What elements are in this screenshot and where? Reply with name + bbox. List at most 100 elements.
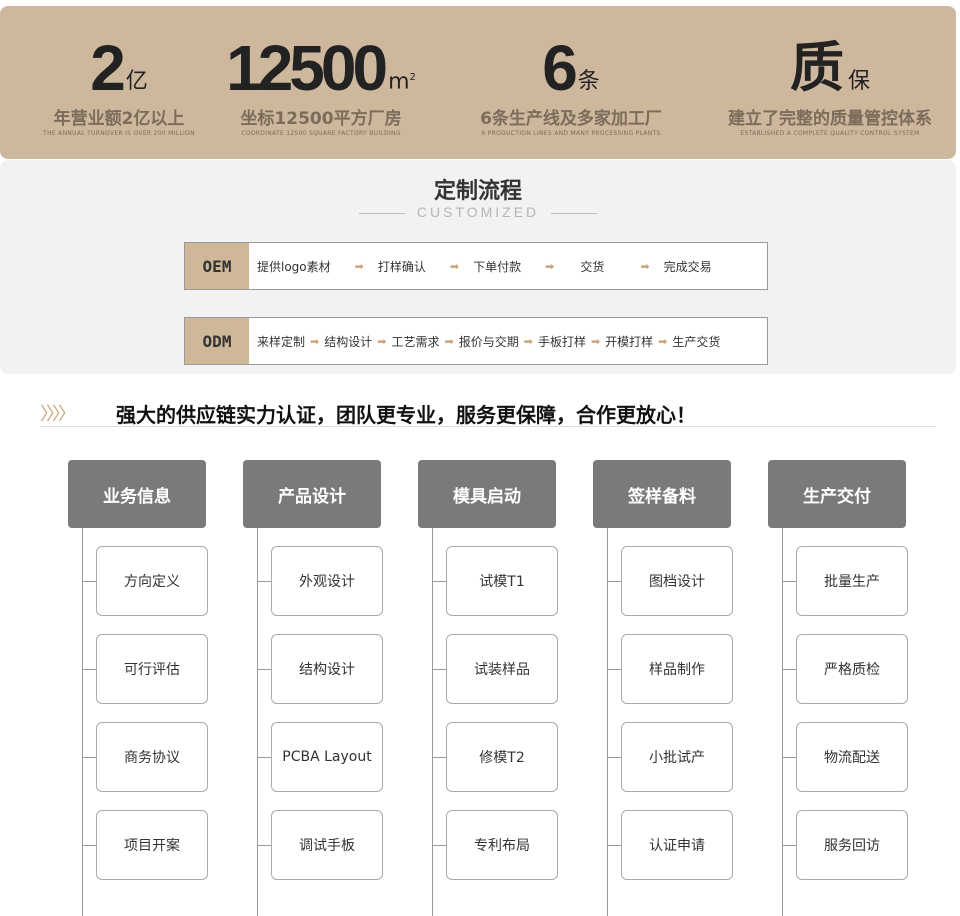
flow-step: 报价与交期 [458, 334, 519, 349]
flow-step: 下单付款 [473, 259, 522, 274]
arrow-right-icon: ➡ [523, 334, 533, 348]
stat-caption-en: ESTABLISHED A COMPLETE QUALITY CONTROL S… [740, 130, 920, 137]
column-item: 图档设计 [621, 546, 733, 616]
stat-caption-en: 6 PRODUCTION LINES AND MANY PROCESSING P… [481, 130, 661, 137]
flow-step: 生产交货 [672, 334, 721, 349]
flow-step: 结构设计 [324, 334, 373, 349]
arrow-right-icon: ➡ [377, 334, 387, 348]
custom-process-section: 定制流程 CUSTOMIZED OEM 提供logo素材 ➡ 打样确认 ➡ 下单… [0, 160, 956, 374]
odm-flow: ODM 来样定制 ➡ 结构设计 ➡ 工艺需求 ➡ 报价与交期 ➡ 手板打样 ➡ … [184, 317, 768, 365]
arrow-right-icon: ➡ [444, 334, 454, 348]
process-title: 定制流程 [433, 179, 522, 204]
stat-number: 12500 [226, 32, 388, 104]
connector-line [82, 528, 83, 916]
odm-tag: ODM [185, 318, 249, 364]
stat-production-lines: 6条 6条生产线及多家加工厂 6 PRODUCTION LINES AND MA… [452, 6, 690, 159]
flow-step: 提供logo素材 [257, 259, 331, 274]
column-item: PCBA Layout [271, 722, 383, 792]
connector-line [782, 581, 796, 582]
column-item: 批量生产 [796, 546, 908, 616]
arrow-right-icon: ➡ [354, 259, 364, 273]
stat-caption: 年营业额2亿以上 [53, 109, 185, 129]
column-title: 签样备料 [593, 460, 731, 528]
stat-caption: 建立了完整的质量管控体系 [728, 109, 932, 129]
stat-factory-area: 12500 m2 坐标12500平方厂房 COORDINATE 12500 SQU… [206, 6, 436, 159]
connector-line [257, 528, 258, 916]
connector-line [257, 581, 271, 582]
column-item: 专利布局 [446, 810, 558, 880]
arrow-right-icon: ➡ [640, 259, 650, 273]
connector-line [432, 757, 446, 758]
arrow-right-icon: ➡ [545, 259, 555, 273]
column-title: 业务信息 [68, 460, 206, 528]
flow-step: 打样确认 [377, 259, 426, 274]
stat-caption: 坐标12500平方厂房 [240, 109, 402, 129]
column-item: 结构设计 [271, 634, 383, 704]
oem-steps: 提供logo素材 ➡ 打样确认 ➡ 下单付款 ➡ 交货 ➡ 完成交易 [249, 243, 767, 289]
odm-steps: 来样定制 ➡ 结构设计 ➡ 工艺需求 ➡ 报价与交期 ➡ 手板打样 ➡ 开模打样… [249, 318, 767, 364]
stat-quality: 质保 建立了完整的质量管控体系 ESTABLISHED A COMPLETE Q… [704, 6, 956, 159]
column-item: 服务回访 [796, 810, 908, 880]
connector-line [607, 757, 621, 758]
column-title: 生产交付 [768, 460, 906, 528]
connector-line [607, 528, 608, 916]
flow-step: 手板打样 [537, 334, 586, 349]
slogan-text: 强大的供应链实力认证，团队更专业，服务更保障，合作更放心！ [116, 402, 696, 427]
connector-line [607, 669, 621, 670]
arrow-right-icon: ➡ [449, 259, 460, 273]
slogan: 〉〉〉〉 强大的供应链实力认证，团队更专业，服务更保障，合作更放心！ [40, 396, 696, 430]
arrow-right-icon: ➡ [590, 334, 601, 348]
connector-line [257, 669, 271, 670]
connector-line [82, 669, 96, 670]
flow-step: 工艺需求 [391, 334, 440, 349]
flow-step: 完成交易 [663, 259, 712, 274]
connector-line [782, 845, 796, 846]
stats-banner: 2亿 年营业额2亿以上 THE ANNUAL TURNOVER IS OVER … [0, 6, 956, 159]
stat-unit: 条 [577, 69, 600, 94]
connector-line [432, 528, 433, 916]
stat-number: 质 [789, 38, 844, 98]
flow-step: 来样定制 [257, 334, 306, 349]
column-item: 试装样品 [446, 634, 558, 704]
stat-unit: m2 [388, 69, 416, 94]
connector-line [607, 581, 621, 582]
connector-line [782, 757, 796, 758]
column-item: 项目开案 [96, 810, 208, 880]
chevrons-icon: 〉〉〉〉 [40, 404, 76, 425]
column-item: 小批试产 [621, 722, 733, 792]
stat-caption-en: COORDINATE 12500 SQUARE FACTORY BUILDING [241, 130, 401, 137]
arrow-right-icon: ➡ [310, 334, 320, 348]
divider [551, 212, 598, 214]
column-item: 修模T2 [446, 722, 558, 792]
column-item: 物流配送 [796, 722, 908, 792]
column-item: 严格质检 [796, 634, 908, 704]
column-item: 认证申请 [621, 810, 733, 880]
column-item: 可行评估 [96, 634, 208, 704]
column-item: 调试手板 [271, 810, 383, 880]
column-item: 商务协议 [96, 722, 208, 792]
connector-line [782, 669, 796, 670]
connector-line [432, 669, 446, 670]
stat-unit: 保 [847, 69, 870, 94]
stat-caption: 6条生产线及多家加工厂 [480, 109, 662, 129]
connector-line [432, 581, 446, 582]
arrow-right-icon: ➡ [658, 334, 668, 348]
stat-number: 2 [90, 32, 126, 104]
flow-step: 开模打样 [605, 334, 654, 349]
column-title: 产品设计 [243, 460, 381, 528]
column-title: 模具启动 [418, 460, 556, 528]
column-item: 方向定义 [96, 546, 208, 616]
stat-caption-en: THE ANNUAL TURNOVER IS OVER 200 MILLION [43, 130, 195, 137]
divider [358, 212, 405, 214]
connector-line [257, 757, 271, 758]
connector-line [607, 845, 621, 846]
connector-line [82, 757, 96, 758]
connector-line [82, 845, 96, 846]
connector-line [82, 581, 96, 582]
connector-line [782, 528, 783, 916]
flow-step: 交货 [580, 259, 605, 274]
column-item: 样品制作 [621, 634, 733, 704]
column-item: 外观设计 [271, 546, 383, 616]
divider [40, 426, 936, 427]
column-item: 试模T1 [446, 546, 558, 616]
